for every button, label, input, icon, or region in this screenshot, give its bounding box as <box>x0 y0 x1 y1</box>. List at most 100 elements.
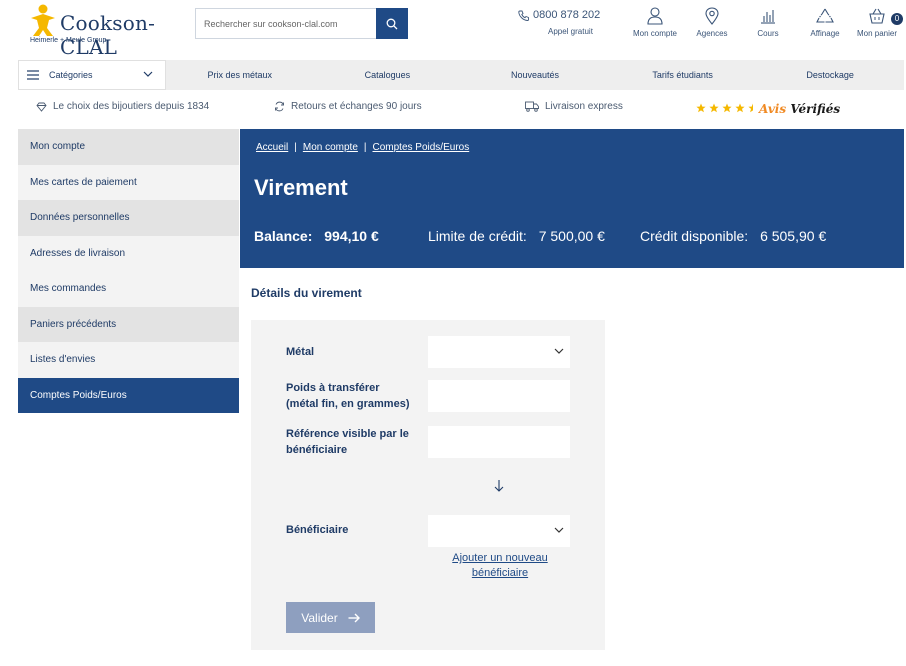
balance: Balance: 994,10 € <box>254 228 379 244</box>
available-credit-value: 6 505,90 € <box>760 228 827 244</box>
metal-select[interactable] <box>428 336 570 368</box>
sidebar-item-my-account[interactable]: Mon compte <box>18 129 239 165</box>
weight-label-line1: Poids à transférer <box>286 382 380 394</box>
cart-count-badge: 0 <box>891 13 903 25</box>
truck-icon <box>525 101 539 112</box>
nav-item-new[interactable]: Nouveautés <box>461 70 609 80</box>
page-banner: Accueil | Mon compte | Comptes Poids/Eur… <box>240 129 904 268</box>
rating-stars <box>696 103 758 113</box>
logo-text: Cookson-CLAL <box>60 11 156 59</box>
add-beneficiary-line1: Ajouter un nouveau <box>452 552 548 564</box>
reference-field[interactable] <box>428 426 570 458</box>
logo-subtitle: Heimerle + Meule Group <box>30 37 107 44</box>
search-box <box>195 8 408 39</box>
trust-label: Retours et échanges 90 jours <box>291 101 422 112</box>
add-beneficiary-line2: bénéficiaire <box>471 567 529 579</box>
phone-number[interactable]: 0800 878 202 <box>518 9 600 21</box>
arrow-right-icon <box>348 613 360 622</box>
weight-input[interactable] <box>428 380 570 412</box>
trust-item-express-delivery: Livraison express <box>525 101 623 112</box>
weight-label: Poids à transférer (métal fin, en gramme… <box>286 380 409 412</box>
sidebar-item-previous-carts[interactable]: Paniers précédents <box>18 306 239 342</box>
header-agencies-link[interactable]: Agences <box>682 7 742 38</box>
account-sidebar: Mon compte Mes cartes de paiement Donnée… <box>18 129 239 413</box>
sidebar-item-wishlists[interactable]: Listes d'envies <box>18 342 239 378</box>
metal-label: Métal <box>286 346 315 358</box>
breadcrumb: Accueil | Mon compte | Comptes Poids/Eur… <box>256 142 469 153</box>
half-star-icon <box>748 103 753 113</box>
phone-icon <box>518 10 529 21</box>
verifies-word: Vérifiés <box>790 102 841 116</box>
sidebar-item-personal-data[interactable]: Données personnelles <box>18 200 239 236</box>
credit-limit-label: Limite de crédit: <box>428 228 527 244</box>
trust-label: Livraison express <box>545 101 623 112</box>
logo[interactable]: Cookson-CLAL Heimerle + Meule Group <box>27 4 187 59</box>
trust-item-since-1834: Le choix des bijoutiers depuis 1834 <box>36 101 209 112</box>
nav-item-student-rates[interactable]: Tarifs étudiants <box>609 70 757 80</box>
weight-label-line2: (métal fin, en grammes) <box>286 398 410 410</box>
sidebar-item-payment-cards[interactable]: Mes cartes de paiement <box>18 164 239 200</box>
verified-reviews-badge[interactable]: Avis Vérifiés <box>759 102 840 116</box>
hamburger-icon <box>27 70 39 80</box>
search-icon <box>386 18 398 29</box>
refresh-icon <box>275 101 284 112</box>
star-icon <box>722 103 732 113</box>
credit-limit: Limite de crédit: 7 500,00 € <box>428 228 605 244</box>
main-nav: Catégories Prix des métaux Catalogues No… <box>18 60 904 90</box>
header-refining-label: Affinage <box>810 29 840 38</box>
add-beneficiary-link[interactable]: Ajouter un nouveau bénéficiaire <box>441 551 559 581</box>
categories-menu-button[interactable]: Catégories <box>18 60 166 90</box>
breadcrumb-home[interactable]: Accueil <box>256 142 288 153</box>
logo-figure-icon <box>31 4 55 36</box>
header-account-label: Mon compte <box>632 29 678 38</box>
diamond-icon <box>36 102 47 112</box>
balance-label: Balance: <box>254 228 313 244</box>
sidebar-item-weight-euro-accounts[interactable]: Comptes Poids/Euros <box>18 377 239 413</box>
nav-item-clearance[interactable]: Destockage <box>756 70 904 80</box>
search-button[interactable] <box>376 8 408 39</box>
balance-value: 994,10 € <box>324 228 379 244</box>
trust-item-returns: Retours et échanges 90 jours <box>274 101 422 112</box>
nav-item-metal-prices[interactable]: Prix des métaux <box>166 70 314 80</box>
reference-label: Référence visible par le bénéficiaire <box>286 426 409 458</box>
header-refining-link[interactable]: Affinage <box>795 7 855 38</box>
available-credit: Crédit disponible: 6 505,90 € <box>640 228 826 244</box>
bar-chart-icon <box>761 10 775 24</box>
beneficiary-label: Bénéficiaire <box>286 524 349 536</box>
page-title: Virement <box>254 175 348 200</box>
breadcrumb-weight-euro-accounts[interactable]: Comptes Poids/Euros <box>373 142 470 153</box>
star-icon <box>696 103 706 113</box>
sidebar-item-orders[interactable]: Mes commandes <box>18 271 239 307</box>
beneficiary-select[interactable] <box>428 515 570 547</box>
sidebar-item-delivery-addresses[interactable]: Adresses de livraison <box>18 235 239 271</box>
reference-input[interactable] <box>428 426 570 458</box>
weight-field[interactable] <box>428 380 570 412</box>
header-rates-label: Cours <box>757 29 779 38</box>
header-cart-link[interactable]: Mon panier 0 <box>847 7 906 38</box>
arrow-down-icon <box>494 480 504 492</box>
trust-label: Le choix des bijoutiers depuis 1834 <box>53 101 210 112</box>
submit-button[interactable]: Valider <box>286 602 375 633</box>
transfer-details-title: Détails du virement <box>251 286 362 300</box>
chevron-down-icon <box>143 71 153 77</box>
avis-word: Avis <box>759 102 787 116</box>
site-header: Cookson-CLAL Heimerle + Meule Group 0800… <box>0 0 906 59</box>
nav-item-catalogues[interactable]: Catalogues <box>314 70 462 80</box>
header-rates-link[interactable]: Cours <box>738 7 798 38</box>
breadcrumb-my-account[interactable]: Mon compte <box>303 142 358 153</box>
credit-limit-value: 7 500,00 € <box>538 228 605 244</box>
submit-label: Valider <box>301 610 338 625</box>
breadcrumb-separator: | <box>363 142 367 153</box>
chevron-down-icon <box>554 527 564 533</box>
reference-label-line1: Référence visible par le <box>286 428 409 440</box>
star-icon <box>735 103 745 113</box>
basket-icon <box>869 8 885 24</box>
star-icon <box>709 103 719 113</box>
header-agencies-label: Agences <box>696 29 728 38</box>
header-cart-label: Mon panier <box>856 29 898 38</box>
transfer-form: Métal Poids à transférer (métal fin, en … <box>251 320 605 650</box>
search-input[interactable] <box>196 9 378 38</box>
header-account-link[interactable]: Mon compte <box>625 7 685 38</box>
available-credit-label: Crédit disponible: <box>640 228 749 244</box>
chevron-down-icon <box>554 348 564 354</box>
